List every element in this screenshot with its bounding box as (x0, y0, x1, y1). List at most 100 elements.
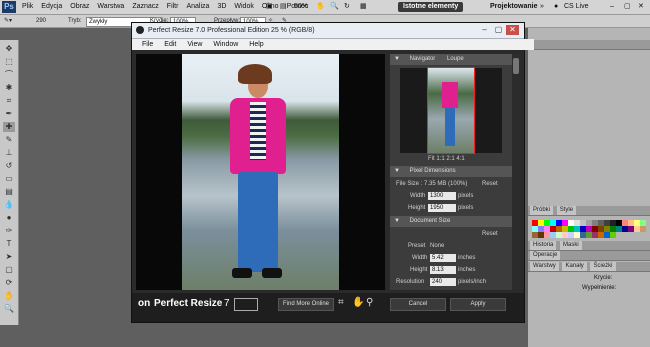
tab-navigator[interactable]: Navigator (410, 56, 436, 62)
tab-masks[interactable]: Maski (560, 241, 582, 250)
maximize-icon[interactable]: ▢ (492, 25, 505, 35)
photo-shoe-left (232, 268, 252, 278)
menu-view[interactable]: View (187, 39, 202, 50)
apply-button[interactable]: Apply (450, 298, 506, 311)
hand-tool-icon[interactable]: ✋ (3, 291, 15, 301)
pixel-height-field[interactable]: 1950 (428, 204, 456, 212)
eyedropper-tool-icon[interactable]: ✒ (3, 109, 15, 119)
3d-rotate-tool-icon[interactable]: ⟳ (3, 278, 15, 288)
menu-warstwa[interactable]: Warstwa (97, 0, 124, 14)
scrollbar-thumb[interactable] (513, 58, 519, 74)
restore-app-icon[interactable]: ▢ (624, 0, 631, 14)
rotate-view-icon[interactable]: ↻ (344, 0, 350, 14)
navigator-preview[interactable] (400, 67, 502, 154)
pixel-reset-button[interactable]: Reset (482, 180, 498, 188)
swatch[interactable] (610, 232, 616, 238)
tab-styles[interactable]: Style (556, 206, 577, 215)
close-app-icon[interactable]: ✕ (638, 0, 644, 14)
eraser-tool-icon[interactable]: ▭ (3, 174, 15, 184)
history-brush-tool-icon[interactable]: ↺ (3, 161, 15, 171)
doc-reset-button[interactable]: Reset (482, 230, 498, 238)
photo-shoe-right (262, 268, 282, 278)
marquee-tool-icon[interactable]: ⬚ (3, 57, 15, 67)
cancel-button[interactable]: Cancel (390, 298, 446, 311)
menu-zaznacz[interactable]: Zaznacz (132, 0, 158, 14)
zoom-tool-icon[interactable]: 🔍 (330, 0, 339, 14)
quick-select-tool-icon[interactable]: ✱ (3, 83, 15, 93)
cslive-button[interactable]: CS Live (564, 0, 589, 14)
menu-obraz[interactable]: Obraz (70, 0, 89, 14)
doc-width-unit[interactable]: inches (458, 254, 475, 262)
crop-tool-icon[interactable]: ⌗ (3, 96, 15, 106)
collapse-icon[interactable]: ▼ (394, 56, 400, 62)
menu-window[interactable]: Window (213, 39, 238, 50)
arrange-icon[interactable]: ▦ (360, 0, 367, 14)
settings-scrollbar[interactable] (512, 54, 520, 290)
move-tool-icon[interactable]: ✥ (3, 44, 15, 54)
resolution-unit[interactable]: pixels/inch (458, 278, 486, 286)
type-tool-icon[interactable]: T (3, 239, 15, 249)
shape-tool-icon[interactable]: ▢ (3, 265, 15, 275)
stamp-tool-icon[interactable]: ⊥ (3, 148, 15, 158)
photoshop-logo-icon[interactable]: Ps (2, 1, 16, 13)
doc-height-field[interactable]: 8.13 (430, 266, 456, 274)
menu-plik[interactable]: Plik (22, 0, 33, 14)
workspace-more-icon[interactable]: » (540, 0, 544, 14)
menu-filtr[interactable]: Filtr (167, 0, 179, 14)
navigator-zoom-options[interactable]: Fit 1:1 2:1 4:1 (428, 155, 465, 163)
minimize-icon[interactable]: – (478, 25, 491, 35)
zoom-icon[interactable]: ⚲ (366, 297, 373, 308)
navigator-head: ▼ Navigator Loupe (390, 54, 512, 65)
minimize-app-icon[interactable]: – (610, 0, 614, 14)
brush-tool-icon[interactable]: ✎ (3, 135, 15, 145)
tab-paths[interactable]: Ścieżki (590, 262, 616, 271)
menu-3d[interactable]: 3D (217, 0, 226, 14)
image-canvas[interactable] (136, 54, 385, 290)
path-select-tool-icon[interactable]: ➤ (3, 252, 15, 262)
tab-actions[interactable]: Operacje (530, 251, 561, 260)
lasso-tool-icon[interactable]: ⌒ (3, 70, 15, 80)
pen-tool-icon[interactable]: ✑ (3, 226, 15, 236)
brush-preset-icon[interactable]: ✎▾ (4, 15, 12, 27)
tab-swatches[interactable]: Próbki (530, 206, 554, 215)
swatch[interactable] (640, 226, 646, 232)
collapse-icon[interactable]: ▼ (394, 218, 400, 224)
doc-width-field[interactable]: 5.42 (430, 254, 456, 262)
bridge-icon[interactable]: ▣ (266, 0, 273, 14)
crop-icon[interactable]: ⌗ (338, 297, 344, 308)
menu-edit[interactable]: Edit (164, 39, 176, 50)
zoom-level[interactable]: 50% (294, 0, 308, 14)
navigator-viewbox[interactable] (427, 67, 475, 154)
workspace-essentials-button[interactable]: Istotne elementy (398, 2, 464, 12)
tab-loupe[interactable]: Loupe (447, 56, 464, 62)
gradient-tool-icon[interactable]: ▤ (3, 187, 15, 197)
workspace-design-button[interactable]: Projektowanie (490, 0, 537, 14)
pixel-width-field[interactable]: 1300 (428, 192, 456, 200)
menu-edycja[interactable]: Edycja (41, 0, 62, 14)
collapse-icon[interactable]: ▼ (394, 168, 400, 174)
blur-tool-icon[interactable]: 💧 (3, 200, 15, 210)
healing-brush-tool-icon[interactable]: ✚ (3, 122, 15, 132)
close-icon[interactable]: ✕ (506, 25, 519, 35)
pixel-height-unit[interactable]: pixels (458, 204, 473, 212)
find-more-online-button[interactable]: Find More Online (278, 298, 334, 311)
pixel-width-unit[interactable]: pixels (458, 192, 473, 200)
hand-icon[interactable]: ✋ (316, 0, 325, 14)
perfect-resize-window: Perfect Resize 7.0 Professional Edition … (131, 22, 534, 323)
hand-icon[interactable]: ✋ (352, 297, 364, 308)
cslive-icon[interactable]: ● (554, 0, 558, 14)
tab-history[interactable]: Historia (530, 241, 557, 250)
menu-file[interactable]: File (142, 39, 153, 50)
tab-channels[interactable]: Kanały (562, 262, 587, 271)
menu-widok[interactable]: Widok (234, 0, 253, 14)
minibridge-icon[interactable]: ▤ (280, 0, 287, 14)
tab-layers[interactable]: Warstwy (530, 262, 559, 271)
preset-select[interactable]: None (430, 242, 444, 250)
menu-analiza[interactable]: Analiza (186, 0, 209, 14)
zoom-tool-icon[interactable]: 🔍 (3, 304, 15, 314)
panel-collapsed-head[interactable] (528, 40, 650, 50)
resolution-field[interactable]: 240 (430, 278, 456, 286)
dodge-tool-icon[interactable]: ● (3, 213, 15, 223)
doc-height-unit[interactable]: inches (458, 266, 475, 274)
menu-help[interactable]: Help (249, 39, 263, 50)
